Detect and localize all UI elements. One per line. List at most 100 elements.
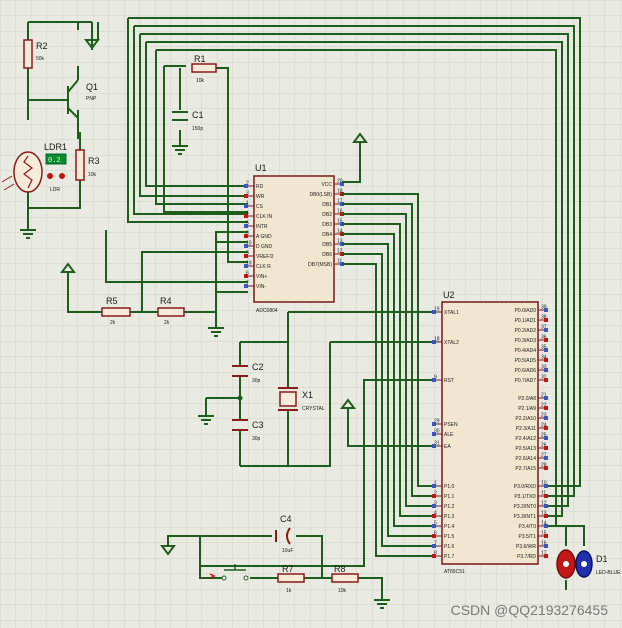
- d1-ref: D1: [596, 554, 608, 564]
- u1-pin-state: [244, 204, 248, 208]
- watermark: CSDN @QQ2193276455: [450, 602, 608, 618]
- q1-value: PNP: [86, 96, 97, 102]
- r8-ref: R8: [334, 564, 346, 574]
- r8-value: 10k: [338, 588, 347, 594]
- u2-pin-label: P0.6/AD6: [515, 368, 537, 374]
- u2-pin-state: [432, 514, 436, 518]
- u2-pin-label: P1.7: [444, 554, 455, 560]
- u2-pin-label: P0.3/AD3: [515, 338, 537, 344]
- r1-ref: R1: [194, 54, 206, 64]
- u2-pin-state: [544, 446, 548, 450]
- u2-pin-state: [544, 396, 548, 400]
- u2-pin-state: [432, 504, 436, 508]
- c1-ref: C1: [192, 110, 204, 120]
- u2-pin-label: P3.3/INT1: [513, 514, 536, 520]
- u1-pin-label: DB3: [322, 222, 332, 228]
- u1-pin-state: [244, 284, 248, 288]
- u2-pin-state: [544, 348, 548, 352]
- u1-pin-state: [244, 274, 248, 278]
- u2-pin-label: P2.0/A8: [518, 396, 536, 402]
- u2-pin-label: P0.7/AD7: [515, 378, 537, 384]
- u2-pin-state: [544, 466, 548, 470]
- u2-pin-state: [544, 544, 548, 548]
- u1-pin-label: DB6: [322, 252, 332, 258]
- c4-ref: C4: [280, 514, 292, 524]
- u1-pin-label: VCC: [321, 182, 332, 188]
- u2-pin-label: P2.3/A11: [516, 426, 536, 432]
- r4-value: 2k: [164, 320, 170, 326]
- u2-pin-label: P1.1: [444, 494, 455, 500]
- u1-pin-label: D GND: [256, 244, 273, 250]
- u2-pin-state: [432, 444, 436, 448]
- u2-pin-state: [432, 310, 436, 314]
- u2-pin-label: XTAL2: [444, 340, 459, 346]
- r5-ref: R5: [106, 296, 118, 306]
- u1-pin-label: DB4: [322, 232, 332, 238]
- u2-pin-state: [544, 318, 548, 322]
- u1-pin-label: WR: [256, 194, 265, 200]
- u2-pin-state: [544, 554, 548, 558]
- u2-pin-state: [544, 416, 548, 420]
- u2-pin-label: P2.5/A13: [515, 446, 536, 452]
- u1-pin-label: DB5: [322, 242, 332, 248]
- u2-pin-label: P2.6/A14: [515, 456, 536, 462]
- u2-pin-label: P2.4/A12: [515, 436, 536, 442]
- r3-ref: R3: [88, 156, 100, 166]
- c2-value: 30p: [252, 378, 261, 384]
- u1-pin-state: [244, 224, 248, 228]
- u1-pin-state: [244, 184, 248, 188]
- u2-pin-label: EA: [444, 444, 451, 450]
- u2-pin-label: RST: [444, 378, 454, 384]
- r2-value: 50k: [36, 56, 45, 62]
- r3-value: 10k: [88, 172, 97, 178]
- r4-ref: R4: [160, 296, 172, 306]
- u2-pin-state: [432, 484, 436, 488]
- u1-pin-label: VREF/2: [256, 254, 274, 260]
- u2-pin-state: [432, 432, 436, 436]
- u2-pin-label: P3.5/T1: [518, 534, 536, 540]
- u2-pin-label: P3.0/RXD: [514, 484, 537, 490]
- u2-pin-state: [544, 514, 548, 518]
- u2-pin-label: P1.4: [444, 524, 455, 530]
- ldr1-ref: LDR1: [44, 142, 67, 152]
- u1-pin-label: A GND: [256, 234, 272, 240]
- c2-ref: C2: [252, 362, 264, 372]
- u2-pin-state: [544, 484, 548, 488]
- u1-pin-label: RD: [256, 184, 264, 190]
- u2-pin-label: P1.2: [444, 504, 455, 510]
- u2-pin-label: P2.2/A10: [515, 416, 536, 422]
- u2-pin-state: [544, 378, 548, 382]
- schematic-canvas: R2 50k Q1 PNP LDR1 0.2 LDR R3 10k R1 10k…: [0, 0, 622, 628]
- u2-pin-label: XTAL1: [444, 310, 459, 316]
- u1-pin-label: DB7(MSB): [308, 262, 332, 268]
- u2-pin-state: [432, 554, 436, 558]
- u2-pin-state: [432, 422, 436, 426]
- u2-pin-label: P0.4/AD4: [515, 348, 537, 354]
- u2-part: AT89C51: [444, 569, 465, 575]
- u2-pin-label: P0.5/AD5: [515, 358, 537, 364]
- u2-pin-label: P1.5: [444, 534, 455, 540]
- q1-ref: Q1: [86, 82, 98, 92]
- c4-value: 10uF: [282, 548, 293, 554]
- u2-pin-state: [544, 494, 548, 498]
- u2-pin-state: [432, 544, 436, 548]
- x1-ref: X1: [302, 390, 313, 400]
- u1-pin-state: [244, 214, 248, 218]
- u2-pin-state: [544, 524, 548, 528]
- r7-value: 1k: [286, 588, 292, 594]
- chip-u2-at89c51[interactable]: U2 AT89C51 XTAL119XTAL218RST9PSEN29ALE30…: [432, 290, 548, 575]
- u2-pin-label: P2.7/A15: [515, 466, 536, 472]
- u2-ref: U2: [443, 290, 455, 300]
- u1-pin-state: [244, 244, 248, 248]
- u2-pin-label: P2.1/A9: [518, 406, 536, 412]
- u2-pin-state: [544, 504, 548, 508]
- u1-pin-label: INTR: [256, 224, 268, 230]
- u2-pin-label: P1.0: [444, 484, 455, 490]
- u2-pin-label: ALE: [444, 432, 454, 438]
- u1-pin-state: [244, 194, 248, 198]
- c3-value: 30p: [252, 436, 261, 442]
- x1-value: CRYSTAL: [302, 406, 325, 412]
- u1-pin-state: [244, 254, 248, 258]
- r1-value: 10k: [196, 78, 205, 84]
- u2-pin-state: [544, 426, 548, 430]
